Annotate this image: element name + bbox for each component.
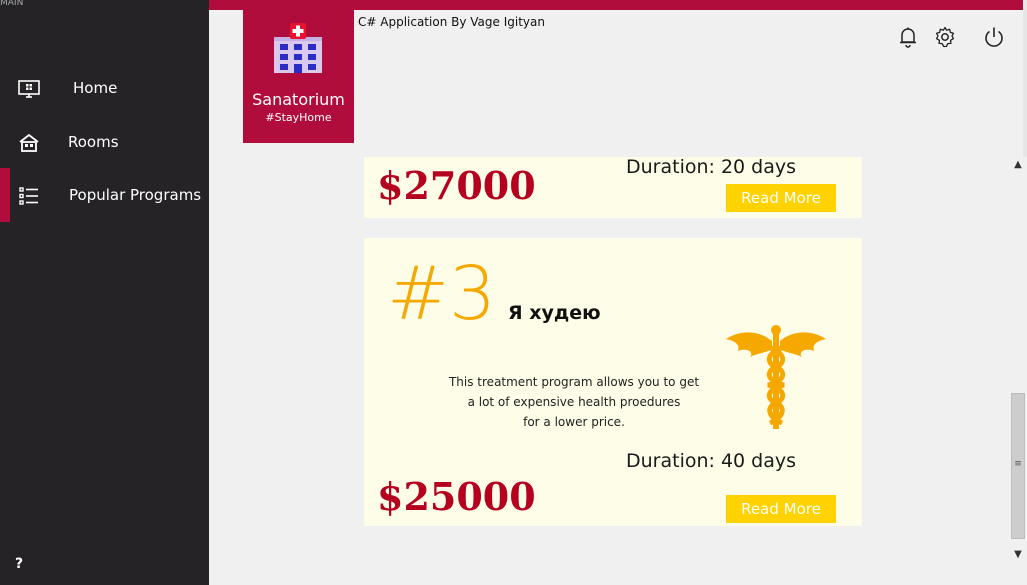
read-more-button[interactable]: Read More <box>726 495 836 523</box>
program-duration: Duration: 20 days <box>626 157 797 178</box>
vertical-scrollbar[interactable]: ▲ ≡ ▼ <box>1009 157 1027 565</box>
logo-tagline: #StayHome <box>265 111 332 124</box>
house-icon <box>19 133 39 152</box>
sidebar-item-home[interactable]: Home <box>0 61 209 115</box>
sidebar-item-label: Popular Programs <box>69 186 202 204</box>
gear-icon[interactable] <box>933 25 957 49</box>
program-name: Я худею <box>508 302 601 324</box>
program-price: $27000 <box>377 163 536 208</box>
program-card: Duration: 20 days $27000 Read More <box>364 157 862 218</box>
programs-list[interactable]: Duration: 20 days $27000 Read More #3 Я … <box>209 157 1009 577</box>
top-accent-bar <box>209 0 1027 10</box>
grip-icon: ≡ <box>1014 459 1022 469</box>
monitor-icon <box>18 80 40 98</box>
app-title: C# Application By Vage Igityan <box>358 15 545 29</box>
program-card: #3 Я худею This treatment program allows… <box>364 238 862 526</box>
scroll-down-arrow[interactable]: ▼ <box>1009 547 1027 563</box>
logo-name: Sanatorium <box>252 90 345 109</box>
sidebar-item-popular-programs[interactable]: Popular Programs <box>0 168 209 222</box>
hospital-icon <box>274 23 322 73</box>
read-more-button[interactable]: Read More <box>726 184 836 212</box>
power-icon[interactable] <box>982 25 1006 49</box>
active-indicator <box>0 168 10 222</box>
description-line: This treatment program allows you to get <box>448 375 700 389</box>
window-title-fragment: MAIN <box>0 0 24 8</box>
description-line: a lot of expensive health proedures <box>467 395 681 409</box>
window-edge <box>1023 0 1027 157</box>
description-line: for a lower price. <box>523 415 625 429</box>
app-logo: Sanatorium #StayHome <box>243 10 354 143</box>
program-number: #3 <box>387 251 497 337</box>
program-description: This treatment program allows you to get… <box>424 372 724 432</box>
caduceus-icon <box>726 325 826 429</box>
bell-icon[interactable] <box>896 25 920 49</box>
program-duration: Duration: 40 days <box>626 450 797 472</box>
sidebar-item-rooms[interactable]: Rooms <box>0 115 209 169</box>
sidebar: MAIN Home Rooms Popular Programs ? <box>0 0 209 585</box>
help-button[interactable]: ? <box>15 556 23 572</box>
program-price: $25000 <box>377 474 536 519</box>
scroll-thumb[interactable]: ≡ <box>1011 393 1025 539</box>
sidebar-item-label: Rooms <box>68 133 119 151</box>
sidebar-item-label: Home <box>73 79 118 97</box>
scroll-up-arrow[interactable]: ▲ <box>1009 157 1027 173</box>
list-icon <box>19 187 38 205</box>
